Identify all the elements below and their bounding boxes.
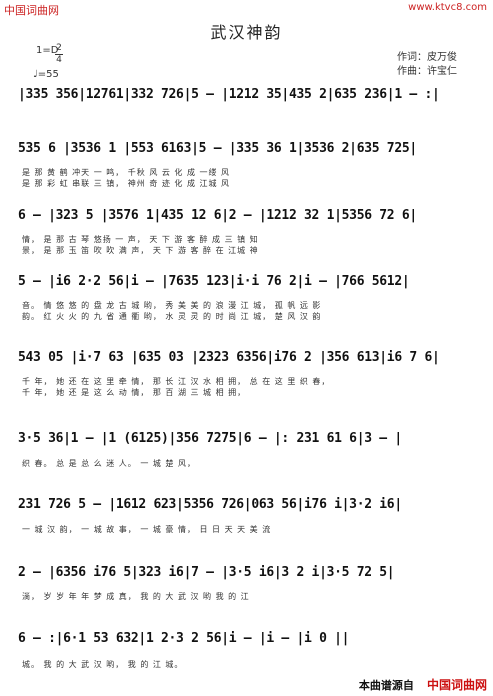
notation-line: 6 – :|6·1 53 632|1 2·3 2 56|i – |i – |i … [18,631,350,646]
tempo-marking: ♩=55 [33,69,59,80]
notation-line: 2 – |6356 i76 5|323 i6|7 – |3·5 i6|3 2 i… [18,565,395,580]
lyric-line: 是 那 黄 鹤 冲天 一 鸣， 千秋 风 云 化 成 一缕 风 [22,168,231,177]
time-signature-top: 2 [56,43,62,53]
composer-credit: 作曲：许宝仁 [397,66,457,77]
watermark-site-name: 中国词曲网 [4,4,59,17]
footer-source: 本曲谱源自 中国词曲网 [359,674,487,693]
lyric-line: 韵。 红 火 火 的 九 省 通 衢 哟， 水 灵 灵 的 时 尚 江 城， 楚… [22,312,322,321]
notation-line: 231 726 5 – |1612 623|5356 726|063 56|i7… [18,497,402,512]
notation-line: 3·5 36|1 – |1 (6125)|356 7275|6 – |: 231… [18,431,402,446]
footer-source-label: 本曲谱源自 [358,679,414,692]
notation-line: 543 05 |i·7 63 |635 03 |2323 6356|i76 2 … [18,350,440,365]
watermark-url: www.ktvc8.com [408,2,487,13]
notation-line: 5 – |i6 2·2 56|i – |7635 123|i·i 76 2|i … [18,274,410,289]
lyric-line: 淌， 岁 岁 年 年 梦 成 真， 我 的 大 武 汉 哟 我 的 江 [22,592,250,601]
notation-line: 6 – |323 5 |3576 1|435 12 6|2 – |1212 32… [18,208,417,223]
lyric-line: 千 年， 她 还 是 这 么 动 情， 那 百 湖 三 城 相 拥， [22,388,247,397]
song-title: 武汉神韵 [210,23,283,42]
lyric-line: 千 年， 她 还 在 这 里 牵 情， 那 长 江 汉 水 相 拥， 总 在 这… [22,377,331,386]
notation-line: |335 356|12761|332 726|5 – |1212 35|435 … [18,87,440,102]
notation-line: 535 6 |3536 1 |553 6163|5 – |335 36 1|35… [18,141,417,156]
lyric-line: 城。 我 的 大 武 汉 哟， 我 的 江 城。 [22,660,184,669]
lyric-line: 织 春。 总 是 总 么 迷 人。 一 城 楚 风， [22,459,196,468]
footer-site-name: 中国词曲网 [426,678,487,692]
lyric-line: 是 那 彩 虹 串联 三 镇， 神州 奇 迹 化 成 江城 风 [22,179,231,188]
lyric-line: 景， 是 那 玉 笛 吹 吹 满 声， 天 下 游 客 醉 在 江城 神 [22,246,259,255]
time-signature-bottom: 4 [56,55,62,65]
lyric-line: 情， 是 那 古 琴 悠扬 一 声， 天 下 游 客 醉 成 三 镇 知 [22,235,259,244]
lyricist-credit: 作词：皮万俊 [397,52,457,63]
time-signature: 2 4 [54,43,64,66]
lyric-line: 音。 情 悠 悠 的 盘 龙 古 城 哟， 秀 美 美 的 浪 漫 江 城， 孤… [22,301,322,310]
lyric-line: 一 城 汉 韵， 一 城 故 事， 一 城 豪 情， 日 日 天 天 美 流 [22,525,272,534]
